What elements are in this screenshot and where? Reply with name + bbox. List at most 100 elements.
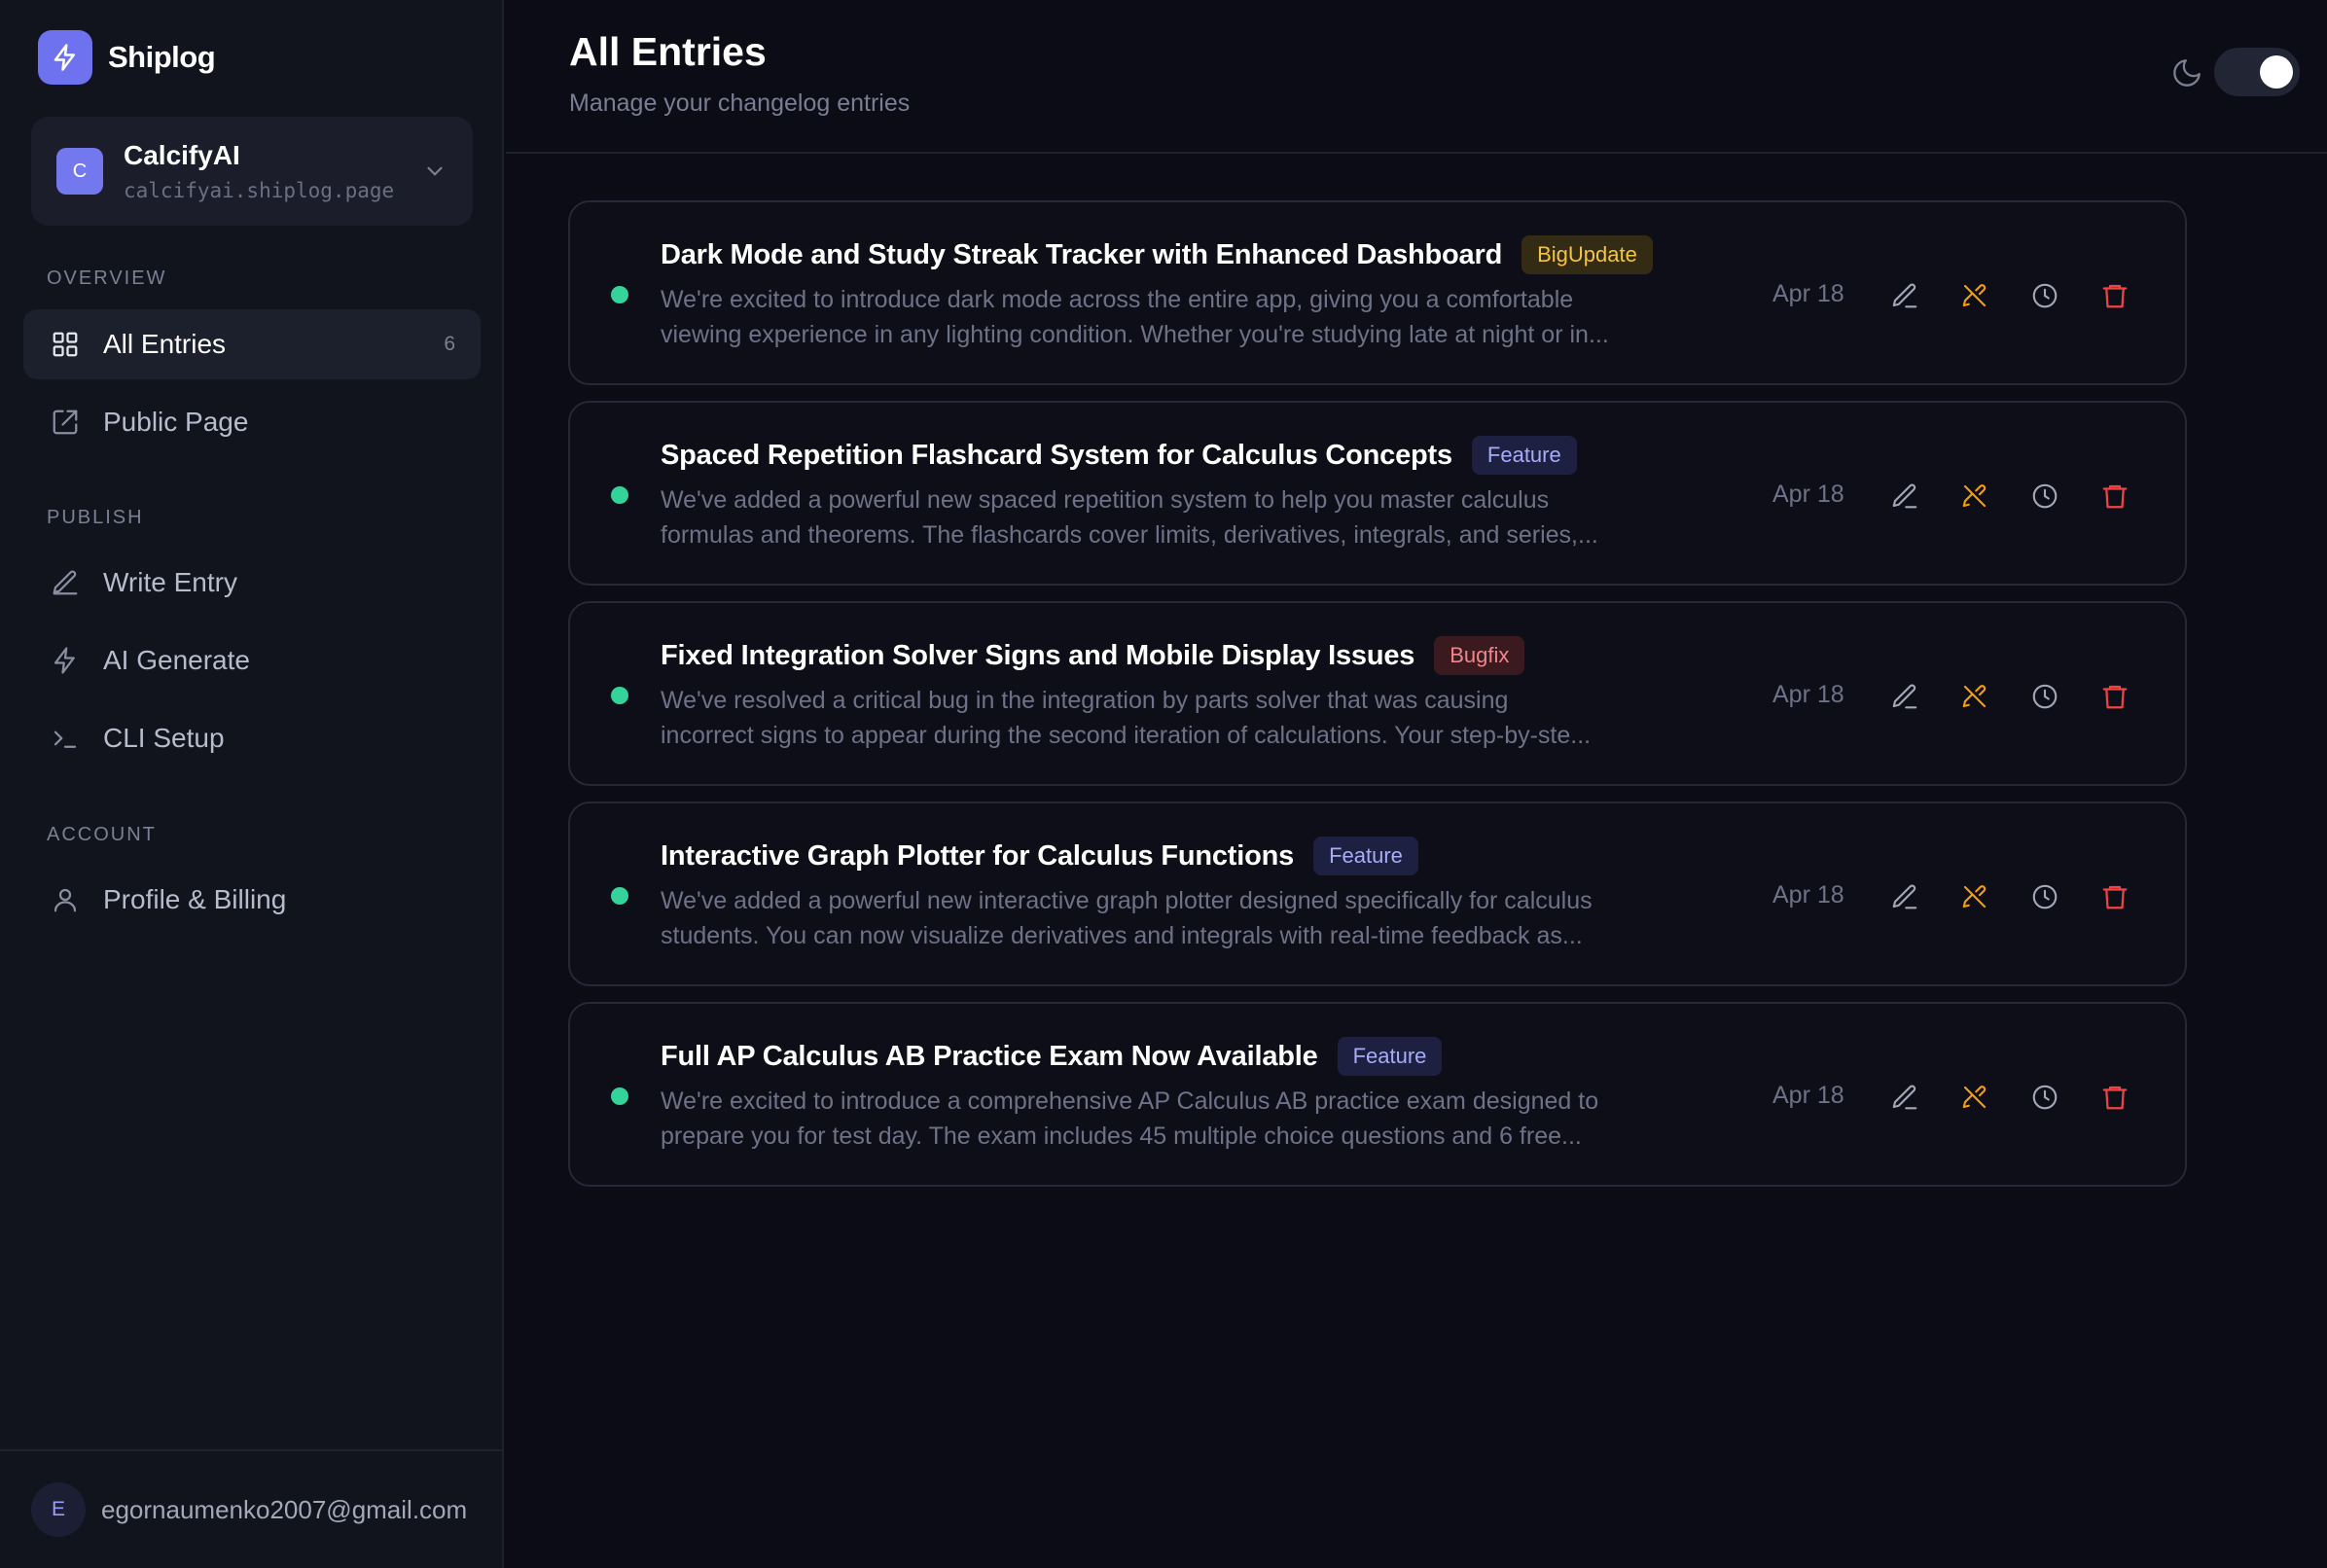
sidebar-item-write-entry[interactable]: Write Entry (23, 548, 481, 618)
project-name: CalcifyAI (124, 140, 240, 170)
sidebar: Shiplog C CalcifyAI calcifyai.shiplog.pa… (0, 0, 504, 1568)
entry-description-line: We've resolved a critical bug in the int… (661, 687, 1509, 714)
published-status-dot (611, 286, 628, 303)
edit-button[interactable] (1885, 877, 1924, 916)
entry-card[interactable]: Interactive Graph Plotter for Calculus F… (568, 802, 2187, 986)
history-button[interactable] (2025, 477, 2064, 516)
user-menu[interactable]: E egornaumenko2007@gmail.com (0, 1449, 502, 1568)
history-button[interactable] (2025, 276, 2064, 315)
entry-description-line: We're excited to introduce dark mode acr… (661, 286, 1574, 313)
delete-button[interactable] (2095, 1078, 2134, 1117)
trash-icon (2102, 1086, 2128, 1110)
sidebar-item-ai-generate[interactable]: AI Generate (23, 625, 481, 695)
pencil-off-icon (1962, 1086, 1987, 1109)
section-label-publish: PUBLISH (47, 507, 144, 528)
delete-button[interactable] (2095, 276, 2134, 315)
history-button[interactable] (2025, 677, 2064, 716)
sidebar-item-label: Write Entry (103, 567, 237, 597)
entry-description-line: students. You can now visualize derivati… (661, 922, 1583, 949)
sidebar-item-all-entries[interactable]: All Entries 6 (23, 309, 481, 379)
lightning-icon (49, 644, 82, 677)
entry-description: We're excited to introduce dark mode acr… (661, 282, 1653, 352)
published-status-dot (611, 687, 628, 704)
pencil-off-icon (1962, 685, 1987, 708)
sidebar-item-label: Public Page (103, 407, 249, 437)
clock-icon (2032, 483, 2058, 509)
trash-icon (2102, 284, 2128, 308)
lightning-logo-icon (38, 30, 92, 85)
entries-list: Dark Mode and Study Streak Tracker with … (568, 200, 2187, 1202)
entry-date: Apr 18 (1772, 1082, 1844, 1109)
edit-button[interactable] (1885, 477, 1924, 516)
edit-button[interactable] (1885, 1078, 1924, 1117)
user-email: egornaumenko2007@gmail.com (101, 1494, 468, 1524)
entry-description-line: We've added a powerful new spaced repeti… (661, 486, 1550, 514)
clock-icon (2032, 684, 2058, 709)
sidebar-item-cli-setup[interactable]: CLI Setup (23, 703, 481, 773)
edit-button[interactable] (1885, 276, 1924, 315)
page-title: All Entries (569, 29, 767, 74)
section-label-overview: OVERVIEW (47, 267, 167, 289)
theme-toggle[interactable] (2214, 48, 2300, 96)
pencil-off-icon (1962, 284, 1987, 307)
entries-count: 6 (444, 333, 455, 355)
entry-date: Apr 18 (1772, 681, 1844, 708)
unpublish-button[interactable] (1955, 276, 1994, 315)
brand[interactable]: Shiplog (38, 30, 216, 85)
entry-card[interactable]: Dark Mode and Study Streak Tracker with … (568, 200, 2187, 385)
toggle-knob (2260, 55, 2293, 89)
entry-title: Spaced Repetition Flashcard System for C… (661, 439, 1452, 471)
entry-description: We've added a powerful new spaced repeti… (661, 482, 1653, 552)
pencil-icon (1892, 884, 1917, 909)
entry-title: Full AP Calculus AB Practice Exam Now Av… (661, 1040, 1318, 1072)
sidebar-item-label: All Entries (103, 329, 227, 359)
sidebar-item-label: AI Generate (103, 645, 250, 675)
pencil-icon (49, 566, 82, 599)
delete-button[interactable] (2095, 677, 2134, 716)
published-status-dot (611, 1087, 628, 1105)
history-button[interactable] (2025, 1078, 2064, 1117)
external-link-icon (49, 406, 82, 439)
grid-icon (49, 328, 82, 361)
trash-icon (2102, 885, 2128, 909)
entry-card[interactable]: Fixed Integration Solver Signs and Mobil… (568, 601, 2187, 786)
unpublish-button[interactable] (1955, 1078, 1994, 1117)
entry-description-line: We're excited to introduce a comprehensi… (661, 1087, 1599, 1115)
delete-button[interactable] (2095, 877, 2134, 916)
entry-date: Apr 18 (1772, 280, 1844, 307)
entry-description: We're excited to introduce a comprehensi… (661, 1084, 1653, 1154)
sidebar-item-public-page[interactable]: Public Page (23, 387, 481, 457)
history-button[interactable] (2025, 877, 2064, 916)
published-status-dot (611, 486, 628, 504)
chevron-down-icon (427, 166, 443, 176)
user-icon (49, 883, 82, 916)
trash-icon (2102, 685, 2128, 709)
entry-date: Apr 18 (1772, 881, 1844, 909)
entry-type-badge: Bugfix (1434, 636, 1525, 675)
unpublish-button[interactable] (1955, 477, 1994, 516)
edit-button[interactable] (1885, 677, 1924, 716)
clock-icon (2032, 1085, 2058, 1110)
project-url: calcifyai.shiplog.page (124, 179, 395, 202)
project-switcher[interactable]: C CalcifyAI calcifyai.shiplog.page (31, 117, 473, 226)
entry-type-badge: Feature (1313, 837, 1418, 875)
delete-button[interactable] (2095, 477, 2134, 516)
pencil-icon (1892, 483, 1917, 509)
terminal-icon (49, 722, 82, 755)
published-status-dot (611, 887, 628, 905)
entry-description-line: incorrect signs to appear during the sec… (661, 722, 1592, 749)
entry-description-line: formulas and theorems. The flashcards co… (661, 521, 1598, 549)
entry-card[interactable]: Full AP Calculus AB Practice Exam Now Av… (568, 1002, 2187, 1187)
project-avatar: C (56, 148, 103, 195)
entry-description-line: prepare you for test day. The exam inclu… (661, 1123, 1582, 1150)
page-header: All Entries Manage your changelog entrie… (506, 0, 2327, 154)
clock-icon (2032, 283, 2058, 308)
entry-description: We've added a powerful new interactive g… (661, 883, 1653, 953)
entry-type-badge: Feature (1471, 436, 1577, 475)
entry-type-badge: Feature (1337, 1037, 1443, 1076)
unpublish-button[interactable] (1955, 877, 1994, 916)
unpublish-button[interactable] (1955, 677, 1994, 716)
entry-card[interactable]: Spaced Repetition Flashcard System for C… (568, 401, 2187, 586)
entry-description-line: We've added a powerful new interactive g… (661, 887, 1593, 914)
sidebar-item-profile-billing[interactable]: Profile & Billing (23, 865, 481, 935)
